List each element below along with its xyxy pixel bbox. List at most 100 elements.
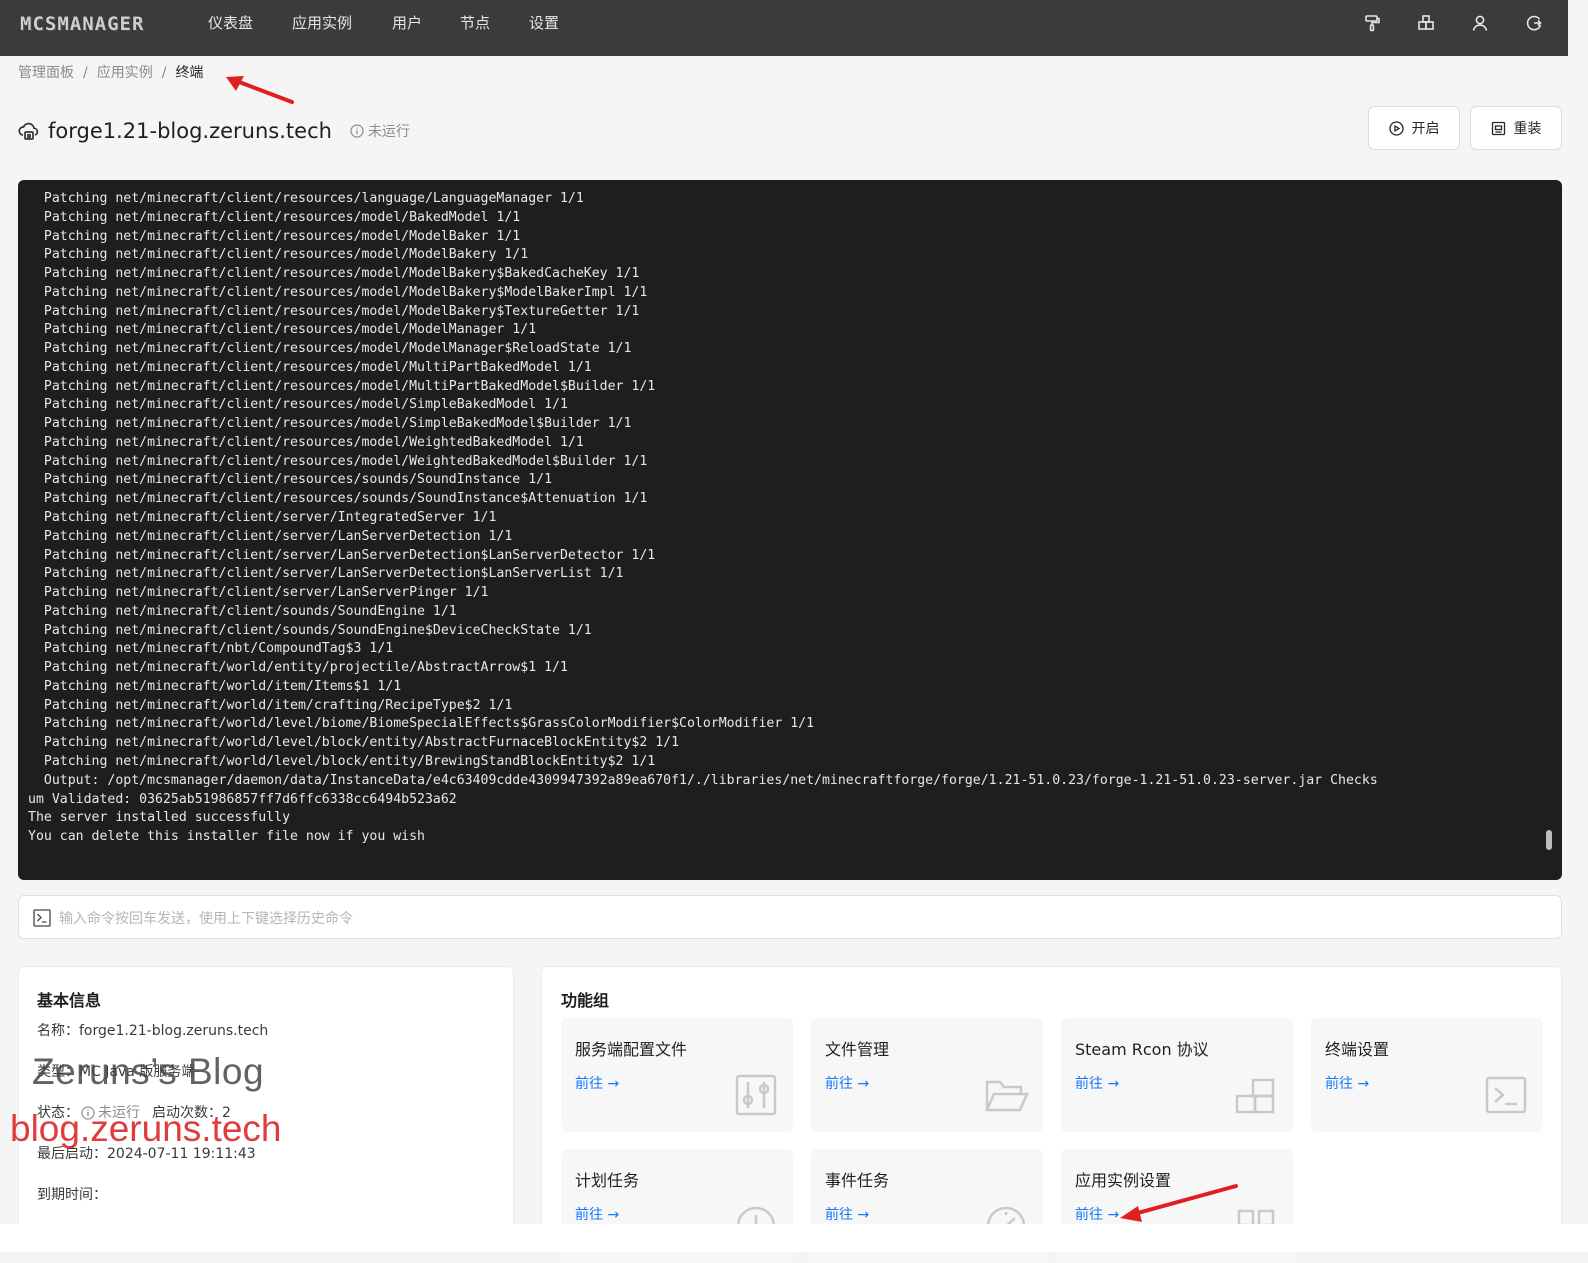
terminal-line: Patching net/minecraft/client/resources/… — [28, 453, 648, 469]
terminal-line: Patching net/minecraft/client/resources/… — [28, 397, 568, 413]
start-button[interactable]: 开启 — [1368, 106, 1460, 150]
reinstall-button-label: 重装 — [1513, 121, 1542, 137]
tile-terminal-settings[interactable]: 终端设置 前往 → — [1311, 1018, 1543, 1132]
breadcrumb-instances[interactable]: 应用实例 — [97, 65, 153, 81]
watermark-blog-url: blog.zeruns.tech — [10, 1108, 282, 1149]
tile-terminal-settings-title: 终端设置 — [1325, 1040, 1390, 1059]
terminal-line: Patching net/minecraft/client/resources/… — [28, 284, 648, 300]
terminal-scrollbar-thumb[interactable] — [1546, 830, 1552, 850]
paint-roller-icon[interactable] — [1362, 13, 1382, 33]
instance-title: forge1.21-blog.zeruns.tech — [48, 119, 332, 143]
play-circle-icon — [1388, 120, 1404, 136]
tile-server-config[interactable]: 服务端配置文件 前往 → — [561, 1018, 793, 1132]
tile-event-tasks-title: 事件任务 — [825, 1171, 890, 1190]
terminal-log: Patching net/minecraft/client/resources/… — [28, 190, 1544, 847]
terminal-line: Patching net/minecraft/client/resources/… — [28, 491, 648, 507]
nav-users[interactable]: 用户 — [392, 13, 422, 33]
function-group-title: 功能组 — [561, 991, 610, 1010]
logout-icon[interactable] — [1524, 13, 1544, 33]
terminal-line: Output: /opt/mcsmanager/daemon/data/Inst… — [28, 772, 1378, 788]
terminal-line: Patching net/minecraft/client/resources/… — [28, 434, 584, 450]
tile-file-manager-link[interactable]: 前往 → — [825, 1073, 869, 1093]
terminal-scrollbar[interactable] — [1546, 190, 1552, 870]
terminal-line: Patching net/minecraft/world/level/block… — [28, 735, 680, 751]
tile-steam-rcon[interactable]: Steam Rcon 协议 前往 → — [1061, 1018, 1293, 1132]
user-icon[interactable] — [1470, 13, 1490, 33]
status-text: 未运行 — [367, 124, 410, 140]
terminal-line: Patching net/minecraft/client/resources/… — [28, 322, 537, 338]
breadcrumb-separator: / — [83, 65, 88, 81]
tile-scheduled-tasks-link[interactable]: 前往 → — [575, 1204, 619, 1224]
terminal-line: Patching net/minecraft/client/resources/… — [28, 341, 632, 357]
info-name: 名称： forge1.21-blog.zeruns.tech — [37, 1021, 268, 1041]
terminal-line: Patching net/minecraft/client/server/Lan… — [28, 566, 624, 582]
info-name-value: forge1.21-blog.zeruns.tech — [79, 1023, 269, 1039]
terminal-line: Patching net/minecraft/client/sounds/Sou… — [28, 603, 457, 619]
tile-scheduled-tasks-title: 计划任务 — [575, 1171, 640, 1190]
terminal-line: Patching net/minecraft/nbt/CompoundTag$3… — [28, 641, 394, 657]
terminal-line: Patching net/minecraft/client/resources/… — [28, 266, 640, 282]
terminal-line: Patching net/minecraft/client/resources/… — [28, 303, 640, 319]
nav-instances[interactable]: 应用实例 — [292, 13, 352, 33]
annotation-arrow-icon — [1120, 1184, 1238, 1222]
basic-info-title: 基本信息 — [37, 991, 102, 1010]
terminal-line: Patching net/minecraft/client/resources/… — [28, 416, 632, 432]
terminal-icon — [1485, 1076, 1527, 1114]
tile-terminal-settings-link[interactable]: 前往 → — [1325, 1073, 1369, 1093]
breadcrumb: 管理面板 / 应用实例 / 终端 — [18, 63, 203, 83]
tile-steam-rcon-title: Steam Rcon 协议 — [1075, 1040, 1209, 1059]
terminal-line: Patching net/minecraft/client/server/Lan… — [28, 585, 489, 601]
terminal-line: Patching net/minecraft/world/item/crafti… — [28, 697, 513, 713]
basic-info-card: 基本信息 名称： forge1.21-blog.zeruns.tech 类型： MC… — [18, 966, 514, 1246]
command-bar — [18, 895, 1562, 939]
reinstall-icon — [1491, 121, 1505, 135]
terminal-line: Patching net/minecraft/world/entity/proj… — [28, 660, 568, 676]
top-navbar: MCSMANAGER 仪表盘 应用实例 用户 节点 设置 — [0, 0, 1568, 56]
tile-server-config-link[interactable]: 前往 → — [575, 1073, 619, 1093]
tile-file-manager[interactable]: 文件管理 前往 → — [811, 1018, 1043, 1132]
start-button-label: 开启 — [1411, 121, 1440, 137]
terminal-line: Patching net/minecraft/client/resources/… — [28, 209, 521, 225]
breadcrumb-separator: / — [161, 65, 167, 81]
terminal-line: Patching net/minecraft/client/resources/… — [28, 472, 553, 488]
reinstall-button[interactable]: 重装 — [1470, 106, 1562, 150]
nav-settings[interactable]: 设置 — [529, 13, 559, 33]
terminal-line: The server installed successfully — [28, 810, 291, 826]
terminal-line: Patching net/minecraft/client/server/Lan… — [28, 547, 656, 563]
watermark-blog-name: Zeruns’s Blog — [32, 1051, 265, 1092]
info-circle-icon — [350, 124, 364, 138]
tile-event-tasks-link[interactable]: 前往 → — [825, 1204, 869, 1224]
terminal-line: Patching net/minecraft/client/resources/… — [28, 228, 521, 244]
nav-nodes[interactable]: 节点 — [460, 13, 490, 33]
terminal-line: Patching net/minecraft/world/level/block… — [28, 753, 656, 769]
sliders-icon — [735, 1074, 777, 1116]
terminal-line: Patching net/minecraft/client/resources/… — [28, 359, 592, 375]
tile-server-config-title: 服务端配置文件 — [575, 1040, 688, 1059]
tile-steam-rcon-link[interactable]: 前往 → — [1075, 1073, 1119, 1093]
command-input[interactable] — [57, 902, 1551, 934]
blocks-icon — [1235, 1078, 1275, 1114]
terminal-output[interactable]: Patching net/minecraft/client/resources/… — [18, 180, 1562, 880]
annotation-arrow-icon — [226, 76, 294, 104]
breadcrumb-terminal: 终端 — [175, 65, 204, 81]
page-bottom-edge — [0, 1224, 1588, 1252]
terminal-line: Patching net/minecraft/client/resources/… — [28, 378, 656, 394]
cloud-server-icon — [18, 122, 39, 140]
info-name-label: 名称： — [37, 1023, 79, 1039]
mcsmanager-logo[interactable]: MCSMANAGER — [18, 13, 146, 35]
tile-file-manager-title: 文件管理 — [825, 1040, 890, 1059]
instance-header: forge1.21-blog.zeruns.tech 未运行 — [18, 116, 410, 146]
status-badge: 未运行 — [350, 121, 410, 141]
info-expire-label: 到期时间： — [37, 1187, 107, 1203]
breadcrumb-panel[interactable]: 管理面板 — [18, 65, 74, 81]
terminal-line: Patching net/minecraft/client/resources/… — [28, 191, 584, 206]
nav-dashboard[interactable]: 仪表盘 — [208, 13, 253, 33]
terminal-line: um Validated: 03625ab51986857ff7d6ffc633… — [28, 791, 457, 807]
terminal-line: Patching net/minecraft/world/level/biome… — [28, 716, 815, 732]
terminal-prompt-icon — [33, 909, 51, 927]
terminal-line: Patching net/minecraft/client/server/Lan… — [28, 528, 513, 544]
info-expire: 到期时间： — [37, 1185, 107, 1205]
folder-open-icon — [985, 1080, 1029, 1112]
terminal-line: Patching net/minecraft/client/resources/… — [28, 247, 529, 263]
layout-icon[interactable] — [1416, 13, 1436, 33]
